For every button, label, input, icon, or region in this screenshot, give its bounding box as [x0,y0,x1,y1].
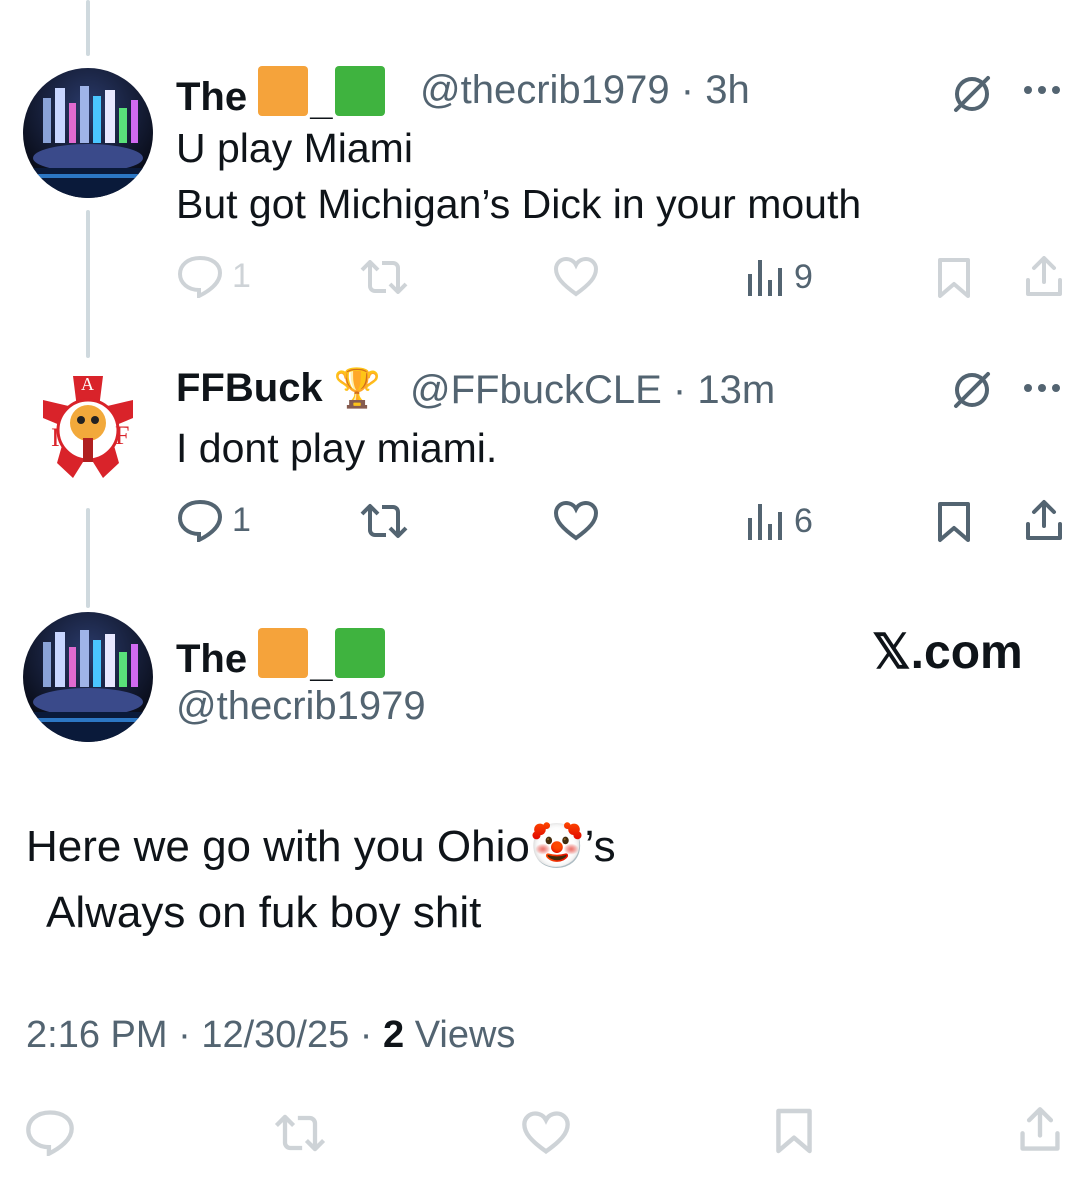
x-com-watermark: 𝕏.com [872,626,1023,679]
tweet2-text: I dont play miami. [176,420,497,476]
share-icon [1026,256,1062,296]
tweet2-time[interactable]: 13m [697,368,775,412]
reply-icon [177,255,223,298]
timestamp-dot-1: · [178,1014,191,1056]
tweet2-bookmark-button[interactable] [936,500,972,544]
avatar-ffbuck[interactable]: I F A [23,368,153,498]
main-tweet-line1-text: Here we go with you Ohio [26,822,530,871]
main-tweet-line1-suffix: ’s [584,822,616,871]
tweet1-reply-button[interactable]: 1 [176,254,251,298]
tweet1-views-count: 9 [794,257,813,296]
like-icon [522,1111,570,1155]
tweet1-meta: @thecrib1979 · 3h [420,68,750,113]
trophy-icon: 🏆 [333,368,382,410]
main-like-button[interactable] [520,1110,572,1156]
tweet1-views[interactable]: 9 [746,256,813,298]
timestamp-date[interactable]: 12/30/25 [201,1014,349,1056]
tweet2-views-count: 6 [794,501,813,540]
bookmark-icon [938,258,970,298]
main-tweet-text-line2: Always on fuk boy shit [26,880,616,946]
share-icon [1026,500,1062,540]
tweet2-meta: @FFbuckCLE · 13m [410,368,775,413]
tweet2-retweet-button[interactable] [356,500,412,542]
tweet1-like-button[interactable] [552,256,600,298]
tweet1-name-text[interactable]: The [176,75,247,119]
more-icon[interactable] [1022,380,1066,401]
orange-square-icon [258,628,309,678]
tweet1-share-button[interactable] [1022,254,1066,300]
main-tweet-handle[interactable]: @thecrib1979 [176,684,426,729]
orange-square-icon [258,66,309,116]
avatar-thecrib[interactable] [23,68,153,198]
underscore-glyph: _ [310,79,333,123]
svg-text:F: F [115,421,129,450]
main-retweet-button[interactable] [270,1110,330,1156]
tweet1-handle[interactable]: @thecrib1979 [420,68,670,112]
retweet-icon [274,1114,326,1152]
tweet2-share-button[interactable] [1022,498,1066,544]
tweet1-separator: · [680,68,695,112]
tweet1-text: U play Miami But got Michigan’s Dick in … [176,120,861,232]
tweet2-name[interactable]: FFBuck 🏆 [176,366,381,411]
main-tweet-timestamp: 2:16 PM · 12/30/25 · 2 Views [26,1014,515,1057]
retweet-icon [360,504,408,538]
grok-icon[interactable] [948,70,996,123]
tweet2-name-text[interactable]: FFBuck [176,366,323,410]
tweet1-time[interactable]: 3h [705,68,750,112]
like-icon [553,256,599,297]
thread-line-middle [86,210,90,358]
views-label[interactable]: Views [415,1014,516,1056]
main-tweet-name[interactable]: The _ [176,628,385,686]
bookmark-icon [776,1108,812,1154]
svg-text:I: I [51,423,60,452]
tweet2-like-button[interactable] [552,500,600,542]
green-square-icon [334,628,385,678]
svg-text:A: A [81,374,94,394]
tweet2-text-line1: I dont play miami. [176,425,498,471]
reply-icon [177,499,223,542]
main-tweet-name-text[interactable]: The [176,637,247,681]
tweet2-separator: · [672,368,687,412]
main-share-button[interactable] [1016,1104,1064,1156]
tweet1-bookmark-button[interactable] [936,256,972,300]
grok-icon[interactable] [948,366,996,419]
tweet2-handle[interactable]: @FFbuckCLE [410,368,662,412]
timestamp-time[interactable]: 2:16 PM [26,1014,168,1056]
like-icon [553,500,599,541]
bookmark-icon [938,502,970,542]
tweet1-text-line2: But got Michigan’s Dick in your mouth [176,181,862,227]
timestamp-dot-2: · [359,1014,373,1056]
views-icon [748,504,782,540]
main-tweet-text: Here we go with you Ohio🤡’s Always on fu… [26,814,616,946]
main-reply-button[interactable] [24,1108,76,1156]
tweet2-reply-count: 1 [232,500,251,539]
underscore-glyph: _ [310,641,333,685]
views-count: 2 [383,1014,405,1056]
green-square-icon [334,66,385,116]
retweet-icon [360,260,408,294]
share-icon [1020,1107,1060,1151]
tweet1-name[interactable]: The _ [176,66,385,124]
main-tweet-line2-text: Always on fuk boy shit [46,888,482,937]
tweet2-views[interactable]: 6 [746,500,813,542]
main-tweet-text-line1: Here we go with you Ohio🤡’s [26,814,616,880]
tweet1-text-line1: U play Miami [176,125,413,171]
views-icon [748,260,782,296]
clown-icon: 🤡 [529,822,585,871]
more-icon[interactable] [1022,82,1066,103]
tweet2-reply-button[interactable]: 1 [176,498,251,542]
tweet1-reply-count: 1 [232,256,251,295]
thread-line-top [86,0,90,56]
tweet1-retweet-button[interactable] [356,256,412,298]
avatar-thecrib-main[interactable] [23,612,153,742]
thread-line-bottom [86,508,90,608]
reply-icon [26,1110,74,1156]
main-bookmark-button[interactable] [774,1106,814,1156]
